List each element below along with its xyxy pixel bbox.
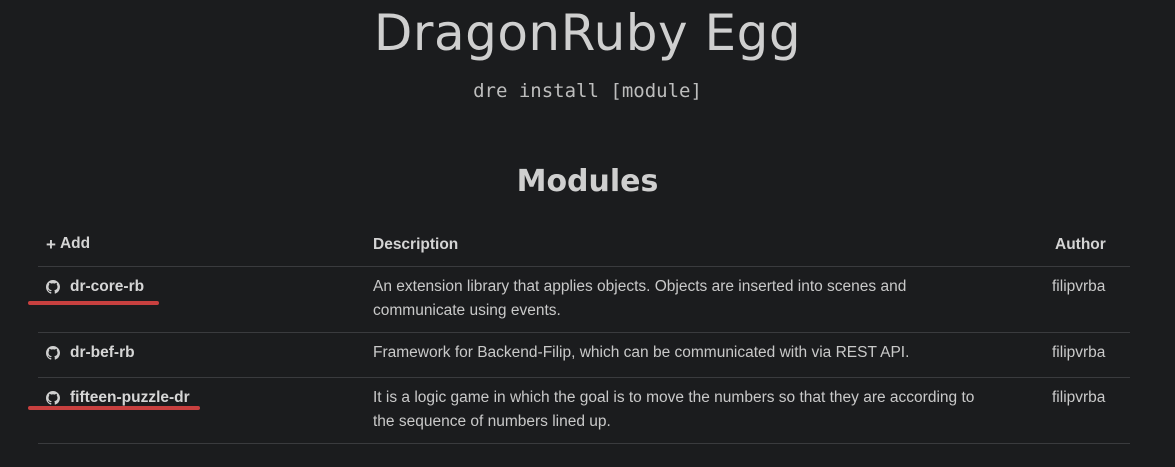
module-name: dr-core-rb <box>70 277 145 295</box>
module-description: Framework for Backend-Filip, which can b… <box>373 332 1043 378</box>
module-description: An extension library that applies object… <box>373 266 1043 333</box>
install-command: dre install [module] <box>473 80 702 102</box>
table-header-row: + Add Description Author <box>38 224 1130 267</box>
highlight-underline <box>28 406 200 410</box>
add-module-button[interactable]: + Add <box>46 235 90 253</box>
add-column-header: + Add <box>38 224 373 267</box>
module-author: filipvrba <box>1043 266 1130 333</box>
module-author: filipvrba <box>1043 332 1130 378</box>
modules-table: + Add Description Author dr-core-rb An e… <box>38 224 1130 444</box>
module-name: dr-bef-rb <box>70 343 135 361</box>
page-title: DragonRuby Egg <box>373 4 802 62</box>
add-label: Add <box>59 235 91 252</box>
table-row: dr-core-rb An extension library that app… <box>38 266 1130 333</box>
module-author: filipvrba <box>1043 377 1130 444</box>
description-line: the sequence of numbers lined up. <box>373 412 611 430</box>
description-line: It is a logic game in which the goal is … <box>373 388 975 406</box>
description-column-header: Description <box>373 224 1043 267</box>
description-line: An extension library that applies object… <box>373 277 907 295</box>
author-column-header: Author <box>1043 224 1130 267</box>
table-row: fifteen-puzzle-dr It is a logic game in … <box>38 377 1130 444</box>
module-description: It is a logic game in which the goal is … <box>373 377 1043 444</box>
github-icon <box>46 279 60 294</box>
modules-heading: Modules <box>516 164 659 199</box>
highlight-underline <box>28 301 159 305</box>
module-name-cell: fifteen-puzzle-dr <box>38 377 373 444</box>
module-name-cell: dr-core-rb <box>38 266 373 333</box>
table-row: dr-bef-rb Framework for Backend-Filip, w… <box>38 332 1130 378</box>
module-link[interactable]: dr-bef-rb <box>46 341 135 365</box>
plus-icon: + <box>46 234 56 254</box>
github-icon <box>46 345 60 360</box>
module-link[interactable]: dr-core-rb <box>46 275 144 299</box>
description-line: Framework for Backend-Filip, which can b… <box>373 343 910 361</box>
module-name-cell: dr-bef-rb <box>38 332 373 378</box>
description-line: communicate using events. <box>373 301 561 319</box>
github-icon <box>46 390 60 405</box>
